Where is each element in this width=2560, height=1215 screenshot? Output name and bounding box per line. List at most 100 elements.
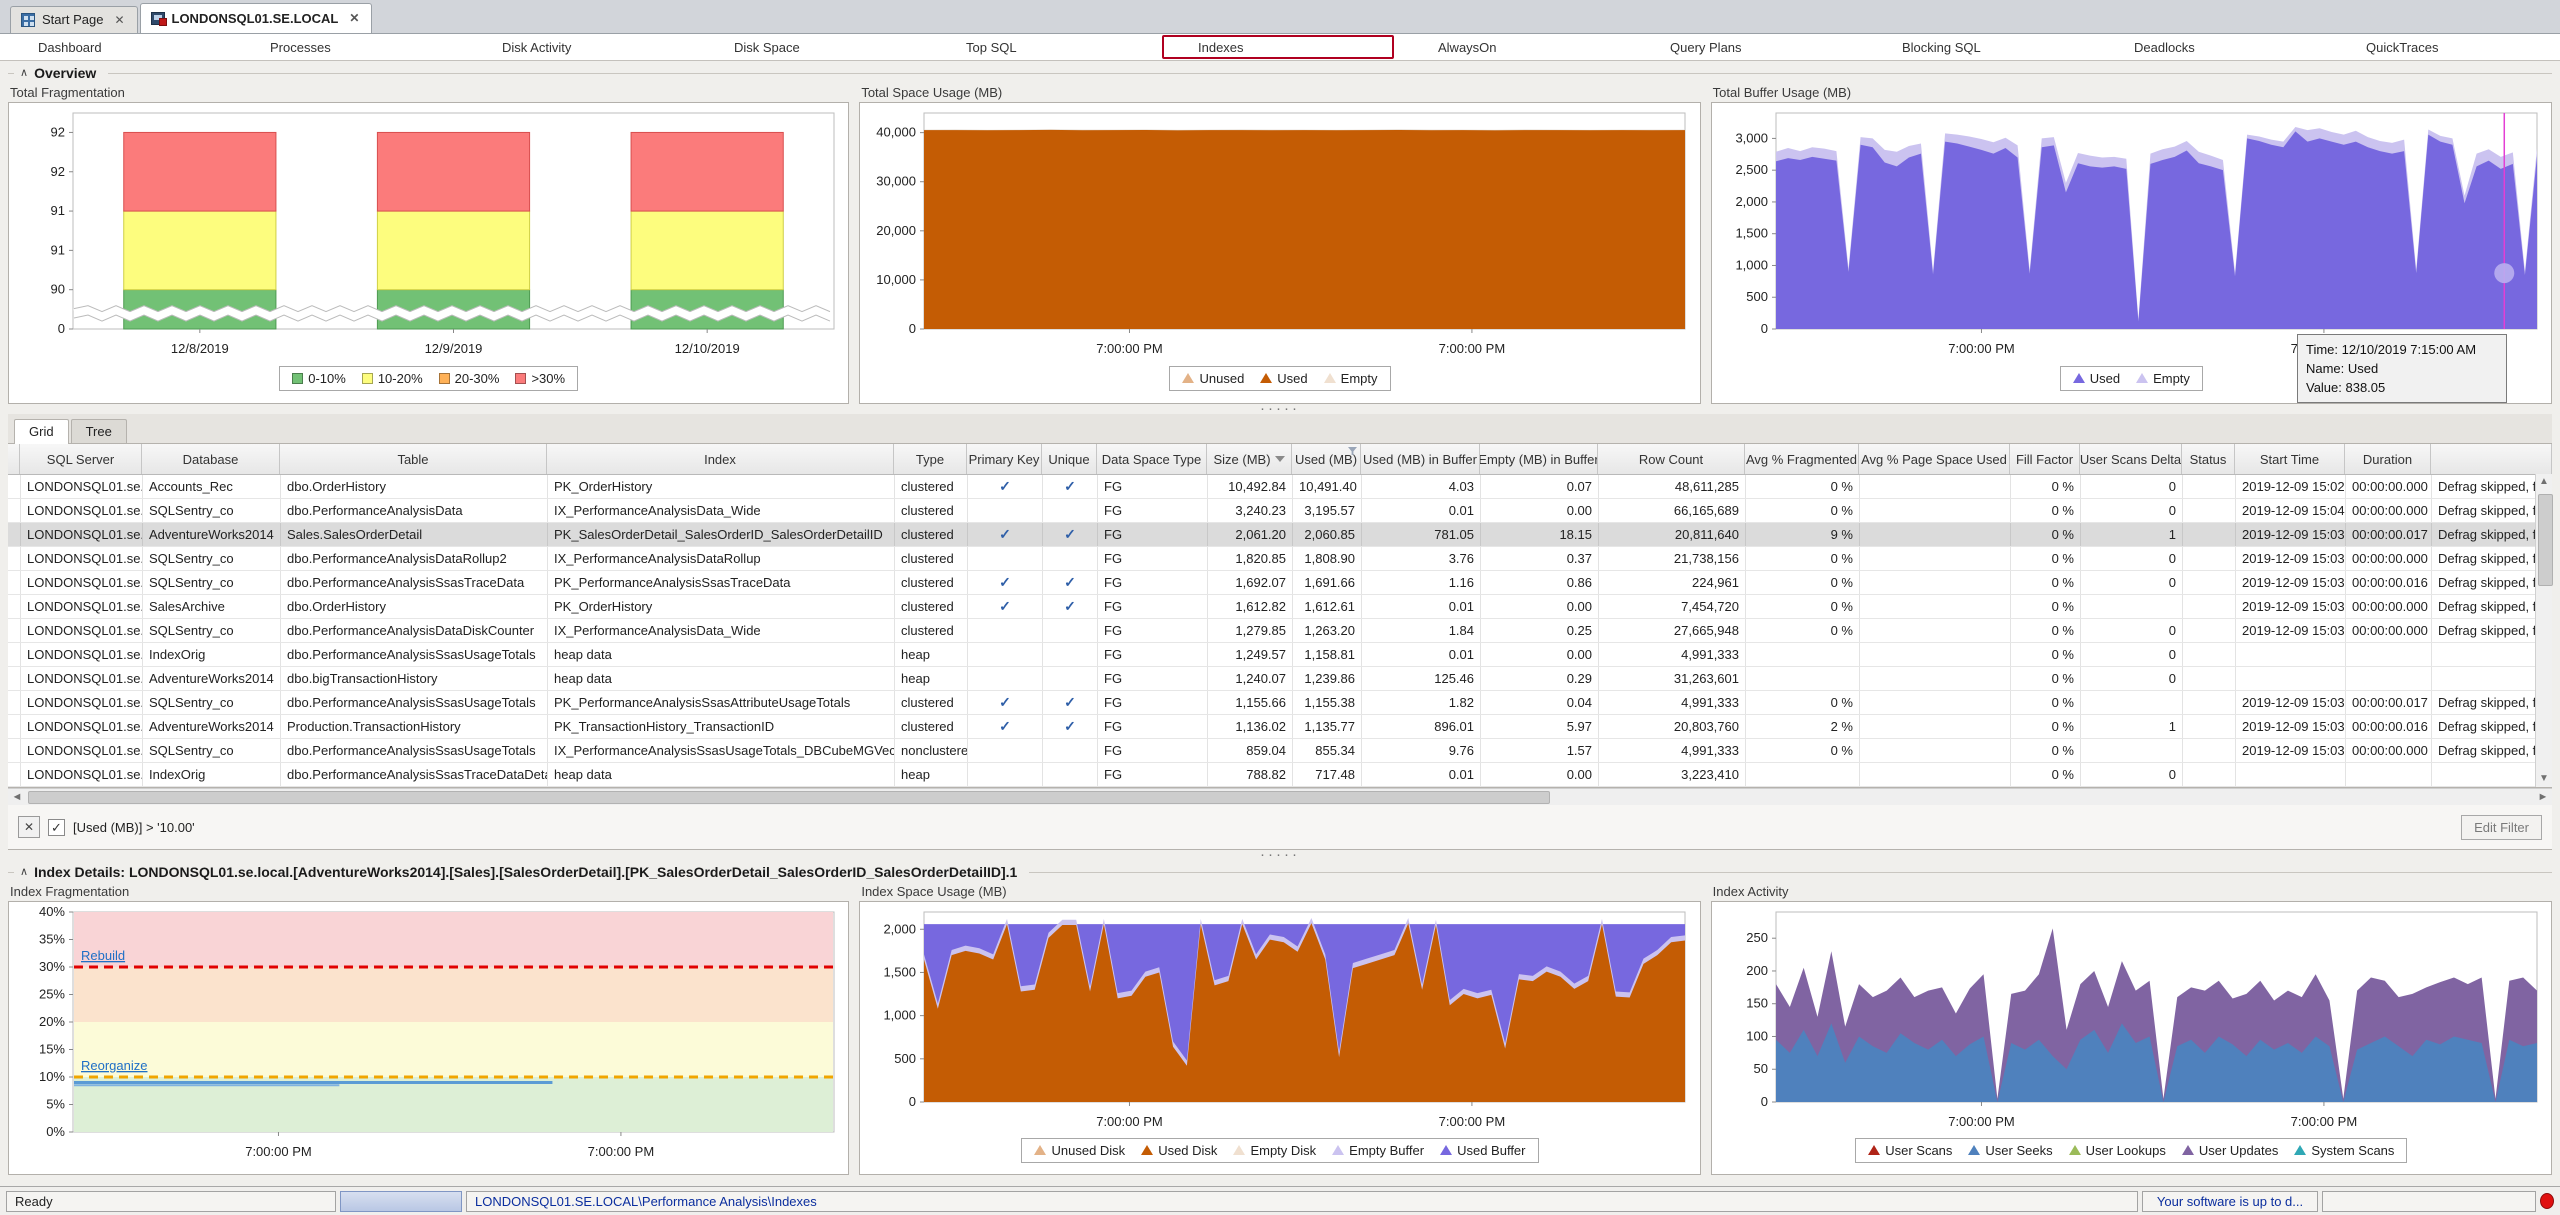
legend-item[interactable]: Unused: [1182, 371, 1244, 386]
column-header-status[interactable]: Status: [2182, 444, 2235, 474]
navbar-item-dashboard[interactable]: Dashboard: [0, 34, 232, 60]
sort-desc-icon[interactable]: [1275, 456, 1285, 462]
legend-item[interactable]: 0-10%: [292, 371, 346, 386]
legend-item[interactable]: Empty Disk: [1233, 1143, 1316, 1158]
edit-filter-button[interactable]: Edit Filter: [2461, 815, 2542, 840]
navbar-item-processes[interactable]: Processes: [232, 34, 464, 60]
column-header-table[interactable]: Table: [280, 444, 547, 474]
document-tab[interactable]: Start Page✕: [10, 6, 138, 33]
document-tab[interactable]: LONDONSQL01.SE.LOCAL✕: [140, 3, 373, 33]
table-row[interactable]: LONDONSQL01.se.localSalesArchivedbo.Orde…: [8, 595, 2552, 619]
legend-item[interactable]: User Scans: [1868, 1143, 1952, 1158]
legend-item[interactable]: Empty: [1324, 371, 1378, 386]
index-activity-chart[interactable]: 0501001502002507:00:00 PM7:00:00 PM User…: [1711, 901, 2552, 1175]
column-header-index[interactable]: Index: [547, 444, 894, 474]
legend-item[interactable]: Unused Disk: [1034, 1143, 1125, 1158]
chart-plot[interactable]: 05001,0001,5002,0002,5003,0007:00:00 PM7…: [1712, 103, 2551, 361]
legend-item[interactable]: Used Buffer: [1440, 1143, 1525, 1158]
column-header-fill-factor[interactable]: Fill Factor: [2010, 444, 2080, 474]
update-status-link[interactable]: Your software is up to d...: [2142, 1191, 2318, 1212]
legend-item[interactable]: User Lookups: [2069, 1143, 2166, 1158]
navbar-item-query-plans[interactable]: Query Plans: [1632, 34, 1864, 60]
column-header-blank[interactable]: [8, 444, 20, 474]
legend-item[interactable]: 10-20%: [362, 371, 423, 386]
legend-item[interactable]: Used Disk: [1141, 1143, 1217, 1158]
legend-item[interactable]: 20-30%: [439, 371, 500, 386]
overview-header[interactable]: ∧ Overview: [8, 63, 2552, 83]
collapse-chevron-icon[interactable]: ∧: [20, 66, 28, 79]
table-row[interactable]: LONDONSQL01.se.localSQLSentry_codbo.Perf…: [8, 619, 2552, 643]
scroll-right-icon[interactable]: ►: [2534, 791, 2552, 803]
legend-item[interactable]: User Updates: [2182, 1143, 2278, 1158]
horizontal-scrollbar[interactable]: ◄ ►: [8, 788, 2552, 805]
chart-plot[interactable]: 0909191929212/8/201912/9/201912/10/2019: [9, 103, 848, 361]
table-row[interactable]: LONDONSQL01.se.localAccounts_Recdbo.Orde…: [8, 475, 2552, 499]
clear-filter-button[interactable]: ✕: [18, 816, 40, 838]
legend-item[interactable]: >30%: [515, 371, 565, 386]
column-header-type[interactable]: Type: [894, 444, 967, 474]
filter-expression[interactable]: [Used (MB)] > '10.00': [73, 820, 195, 835]
splitter-handle[interactable]: ·····: [0, 850, 2560, 860]
table-row[interactable]: LONDONSQL01.se.localSQLSentry_codbo.Perf…: [8, 547, 2552, 571]
index-space-usage-chart[interactable]: 05001,0001,5002,0007:00:00 PM7:00:00 PM …: [859, 901, 1700, 1175]
total-space-usage-chart[interactable]: 010,00020,00030,00040,0007:00:00 PM7:00:…: [859, 102, 1700, 404]
legend-item[interactable]: Empty Buffer: [1332, 1143, 1424, 1158]
close-icon[interactable]: ✕: [114, 13, 124, 27]
column-header-database[interactable]: Database: [142, 444, 280, 474]
table-row[interactable]: LONDONSQL01.se.localAdventureWorks2014Sa…: [8, 523, 2552, 547]
table-row[interactable]: LONDONSQL01.se.localIndexOrigdbo.Perform…: [8, 763, 2552, 787]
column-header-used-mb-[interactable]: Used (MB): [1292, 444, 1361, 474]
splitter-handle[interactable]: ·····: [0, 404, 2560, 414]
close-icon[interactable]: ✕: [349, 11, 359, 25]
table-row[interactable]: LONDONSQL01.se.localAdventureWorks2014db…: [8, 667, 2552, 691]
chart-plot[interactable]: 05001,0001,5002,0007:00:00 PM7:00:00 PM: [860, 902, 1699, 1134]
navbar-item-blocking-sql[interactable]: Blocking SQL: [1864, 34, 2096, 60]
column-header-primary-key[interactable]: Primary Key: [967, 444, 1042, 474]
table-row[interactable]: LONDONSQL01.se.localSQLSentry_codbo.Perf…: [8, 571, 2552, 595]
column-header-empty-mb-in-buffer[interactable]: Empty (MB) in Buffer: [1480, 444, 1598, 474]
scroll-down-icon[interactable]: ▼: [2539, 773, 2549, 785]
scrollbar-thumb[interactable]: [2538, 494, 2553, 586]
column-header-duration[interactable]: Duration: [2345, 444, 2431, 474]
column-header-data-space-type[interactable]: Data Space Type: [1097, 444, 1207, 474]
chart-plot[interactable]: 010,00020,00030,00040,0007:00:00 PM7:00:…: [860, 103, 1699, 361]
table-row[interactable]: LONDONSQL01.se.localIndexOrigdbo.Perform…: [8, 643, 2552, 667]
column-header-row-count[interactable]: Row Count: [1598, 444, 1745, 474]
column-header-user-scans-delta[interactable]: User Scans Delta: [2080, 444, 2182, 474]
grid-tab-tree[interactable]: Tree: [71, 419, 127, 443]
legend-item[interactable]: Used: [1260, 371, 1307, 386]
navbar-item-disk-space[interactable]: Disk Space: [696, 34, 928, 60]
legend-item[interactable]: Empty: [2136, 371, 2190, 386]
table-row[interactable]: LONDONSQL01.se.localSQLSentry_codbo.Perf…: [8, 739, 2552, 763]
legend-item[interactable]: Used: [2073, 371, 2120, 386]
navbar-item-alwayson[interactable]: AlwaysOn: [1400, 34, 1632, 60]
legend-item[interactable]: User Seeks: [1968, 1143, 2052, 1158]
chart-plot[interactable]: 0%5%10%15%20%25%30%35%40%7:00:00 PM7:00:…: [9, 902, 848, 1164]
total-buffer-usage-chart[interactable]: 05001,0001,5002,0002,5003,0007:00:00 PM7…: [1711, 102, 2552, 404]
column-header-avg-page-space-used[interactable]: Avg % Page Space Used: [1859, 444, 2010, 474]
navbar-item-indexes[interactable]: Indexes: [1162, 35, 1394, 59]
navbar-item-top-sql[interactable]: Top SQL: [928, 34, 1160, 60]
table-row[interactable]: LONDONSQL01.se.localSQLSentry_codbo.Perf…: [8, 691, 2552, 715]
column-header-used-mb-in-buffer[interactable]: Used (MB) in Buffer: [1361, 444, 1480, 474]
scroll-left-icon[interactable]: ◄: [8, 791, 26, 803]
column-header-unique[interactable]: Unique: [1042, 444, 1097, 474]
grid-tab-grid[interactable]: Grid: [14, 419, 69, 444]
column-header-avg-fragmented[interactable]: Avg % Fragmented: [1745, 444, 1859, 474]
navbar-item-disk-activity[interactable]: Disk Activity: [464, 34, 696, 60]
filter-enabled-checkbox[interactable]: ✓: [48, 819, 65, 836]
vertical-scrollbar[interactable]: ▲ ▼: [2535, 474, 2552, 787]
scroll-up-icon[interactable]: ▲: [2539, 476, 2549, 488]
table-row[interactable]: LONDONSQL01.se.localAdventureWorks2014Pr…: [8, 715, 2552, 739]
legend-item[interactable]: System Scans: [2294, 1143, 2394, 1158]
navbar-item-deadlocks[interactable]: Deadlocks: [2096, 34, 2328, 60]
scrollbar-thumb[interactable]: [28, 791, 1550, 804]
total-fragmentation-chart[interactable]: 0909191929212/8/201912/9/201912/10/2019 …: [8, 102, 849, 404]
column-header-blank[interactable]: [2431, 444, 2552, 474]
collapse-chevron-icon[interactable]: ∧: [20, 865, 28, 878]
column-header-start-time[interactable]: Start Time: [2235, 444, 2345, 474]
index-fragmentation-chart[interactable]: 0%5%10%15%20%25%30%35%40%7:00:00 PM7:00:…: [8, 901, 849, 1175]
table-row[interactable]: LONDONSQL01.se.localSQLSentry_codbo.Perf…: [8, 499, 2552, 523]
column-header-sql-server[interactable]: SQL Server: [20, 444, 142, 474]
chart-plot[interactable]: 0501001502002507:00:00 PM7:00:00 PM: [1712, 902, 2551, 1134]
